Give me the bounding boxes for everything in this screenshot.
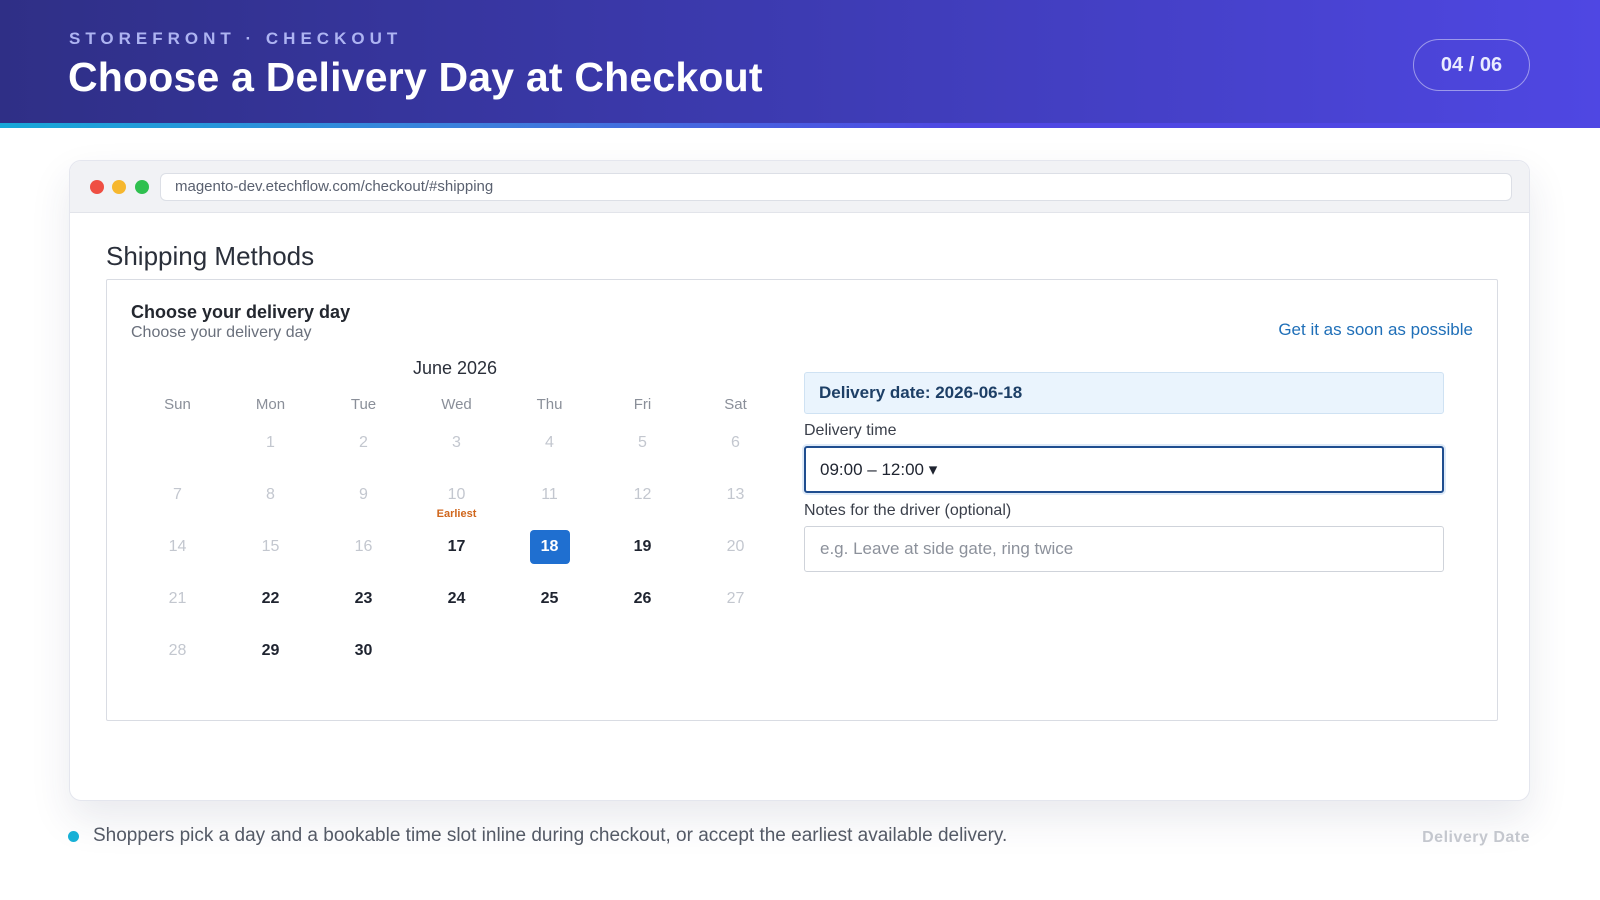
footer-bullet-icon — [68, 831, 79, 842]
calendar-day-16: 16 — [354, 538, 373, 555]
calendar-day-1: 1 — [266, 434, 275, 451]
address-bar[interactable]: magento-dev.etechflow.com/checkout/#ship… — [160, 173, 1512, 201]
calendar-day-20: 20 — [726, 538, 745, 555]
shipping-methods-title: Shipping Methods — [106, 241, 315, 271]
calendar-day-4: 4 — [545, 434, 554, 451]
calendar-day-24[interactable]: 24 — [437, 582, 477, 616]
calendar-day-22[interactable]: 22 — [251, 582, 291, 616]
calendar-day-30[interactable]: 30 — [344, 634, 384, 668]
calendar-day-18[interactable]: 18 — [529, 530, 570, 564]
calendar-day-11: 11 — [541, 486, 558, 503]
close-window-dot-icon[interactable] — [90, 180, 104, 194]
delivery-panel-subtitle: Choose your delivery day — [131, 324, 312, 341]
calendar-day-6: 6 — [731, 434, 740, 451]
maximize-window-dot-icon[interactable] — [135, 180, 149, 194]
calendar-day-29[interactable]: 29 — [251, 634, 291, 668]
delivery-time-label: Delivery time — [804, 422, 897, 439]
header-eyebrow: STOREFRONT · CHECKOUT — [69, 29, 403, 48]
calendar-day-23[interactable]: 23 — [344, 582, 384, 616]
weekday-header-sun: Sun — [164, 396, 191, 413]
weekday-header-fri: Fri — [633, 396, 652, 413]
footer-section-tag: Delivery Date — [1422, 829, 1530, 846]
driver-notes-input[interactable] — [804, 526, 1444, 572]
page-title: Choose a Delivery Day at Checkout — [68, 54, 763, 100]
weekday-header-thu: Thu — [536, 396, 563, 413]
delivery-day-panel: Choose your delivery day Choose your del… — [106, 279, 1498, 721]
calendar-day-10: 10 — [447, 486, 466, 503]
weekday-header-tue: Tue — [350, 396, 377, 413]
calendar-day-5: 5 — [638, 434, 647, 451]
delivery-time-select[interactable]: 09:00 – 12:00 ▾ — [804, 446, 1444, 493]
calendar-day-2: 2 — [359, 434, 368, 451]
calendar-day-12: 12 — [633, 486, 652, 503]
browser-toolbar: magento-dev.etechflow.com/checkout/#ship… — [70, 161, 1529, 213]
weekday-header-wed: Wed — [441, 396, 472, 413]
weekday-header-mon: Mon — [255, 396, 286, 413]
calendar-day-8: 8 — [266, 486, 275, 503]
calendar-day-17[interactable]: 17 — [437, 530, 477, 564]
calendar-day-28: 28 — [168, 642, 187, 659]
calendar-day-3: 3 — [452, 434, 461, 451]
calendar-day-7: 7 — [173, 486, 182, 503]
calendar-day-26[interactable]: 26 — [623, 582, 663, 616]
header-accent-line — [0, 123, 1600, 128]
page-counter: 04 / 06 — [1413, 39, 1530, 91]
minimize-window-dot-icon[interactable] — [112, 180, 126, 194]
calendar-month-label: June 2026 — [412, 358, 498, 378]
delivery-panel-title: Choose your delivery day — [131, 302, 351, 322]
calendar-day-25[interactable]: 25 — [530, 582, 570, 616]
calendar-day-13: 13 — [726, 486, 745, 503]
delivery-date-summary: Delivery date: 2026-06-18 — [804, 372, 1444, 414]
footer-caption: Shoppers pick a day and a bookable time … — [93, 825, 1008, 846]
calendar-day-14: 14 — [168, 538, 187, 555]
earliest-date-tag: Earliest — [436, 508, 477, 520]
calendar-day-19[interactable]: 19 — [623, 530, 663, 564]
calendar-day-15: 15 — [261, 538, 280, 555]
weekday-header-sat: Sat — [724, 396, 747, 413]
browser-window: magento-dev.etechflow.com/checkout/#ship… — [69, 160, 1530, 801]
calendar-day-9: 9 — [359, 486, 368, 503]
driver-notes-label: Notes for the driver (optional) — [804, 502, 1012, 519]
calendar-day-21: 21 — [168, 590, 187, 607]
calendar-day-27: 27 — [726, 590, 745, 607]
asap-delivery-link[interactable]: Get it as soon as possible — [1278, 320, 1473, 340]
